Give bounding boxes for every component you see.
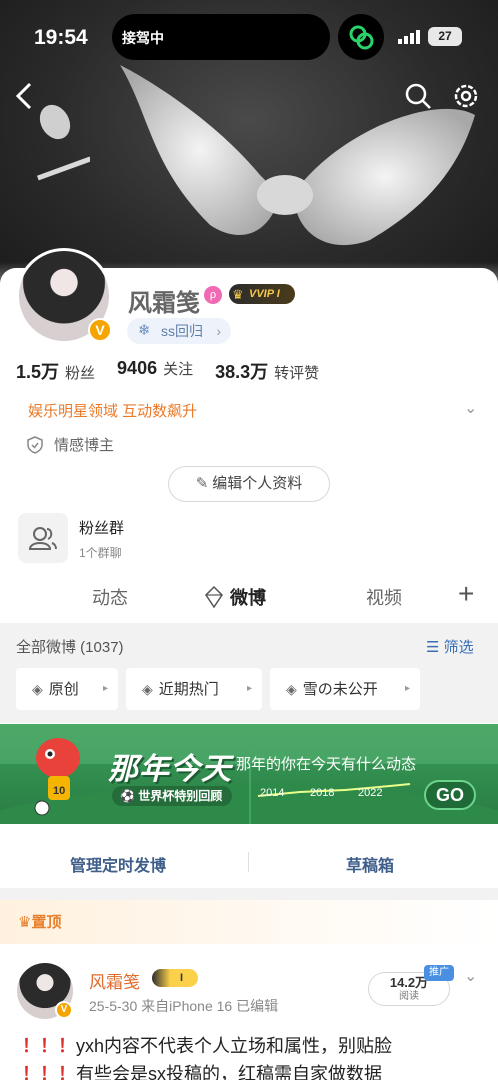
app-activity-icon[interactable] [338,14,384,60]
tab-feed[interactable]: 动态 [92,584,128,610]
chip-label: 原创 [48,681,79,698]
promote-tag[interactable]: 推广 [424,965,454,981]
identity-row[interactable]: 情感博主 [26,434,114,455]
verified-badge-icon: V [88,318,112,342]
chip-label: 近期热门 [158,681,219,698]
stat-number: 1.5万 [16,362,60,382]
chevron-right-icon: ▸ [102,683,108,694]
filter-label: 筛选 [443,639,474,656]
battery-icon: 27 [428,27,462,46]
filter-button[interactable]: ☰ 筛选 [426,636,474,657]
filter-icon: ☰ [426,639,444,656]
status-tag-label: ss回归 [161,323,203,339]
vip-crown-icon[interactable]: I [152,969,198,987]
promo-badge-label: 世界杯特别回顾 [138,789,223,803]
chip-trending[interactable]: ◈ 近期热门 ▸ [126,668,262,710]
post-meta: 25-5-30 来自iPhone 16 已编辑 [89,998,279,1014]
go-button[interactable]: GO [424,780,476,810]
vip-badge[interactable]: ♛ VVIP I [229,284,295,304]
feather-decoration [37,104,90,181]
post-text-line: yxh内容不代表个人立场和属性，别贴脸 [76,1036,393,1056]
soccer-ball-icon: ⚽ [120,789,139,803]
vip-label: VVIP I [249,288,280,300]
chip-label: 雪の未公开 [302,681,378,698]
chevron-down-icon[interactable]: ⌄ [464,398,477,418]
section-gap [0,888,498,900]
post-text[interactable]: ！！！yxh内容不代表个人立场和属性，别贴脸 ！！！有些会是sx投稿的，红稿需自… [22,1032,482,1080]
status-time: 19:54 [34,26,88,49]
island-text: 接驾中 [122,30,164,46]
chip-original[interactable]: ◈ 原创 ▸ [16,668,118,710]
signal-icon [398,30,420,44]
profile-name: 风霜笺 [128,290,200,317]
domain-tagline[interactable]: 娱乐明星领域 互动数飙升 [28,400,197,421]
stat-following[interactable]: 9406 关注 [117,358,193,384]
divider [248,852,249,872]
crown-icon: ♛ [18,914,32,931]
promo-badge: ⚽ 世界杯特别回顾 [112,786,233,806]
pinned-label-text: 置顶 [31,914,62,931]
post-author-name[interactable]: 风霜笺 [89,968,140,993]
tab-weibo[interactable]: 微博 [230,584,266,610]
exclamation-icon: ！！！ [22,1036,76,1056]
dynamic-island[interactable]: 接驾中 [112,14,330,60]
chevron-right-icon: ▸ [404,683,410,694]
stats-row: 1.5万 粉丝 9406 关注 38.3万 转评赞 [16,358,341,384]
add-tab-icon[interactable]: + [458,578,474,610]
status-bar: 19:54 接驾中 27 [0,0,498,75]
promo-subtitle: 那年的你在今天有什么动态 [236,756,417,773]
scheduled-posts-button[interactable]: 管理定时发博 [70,852,166,876]
views-label: 阅读 [399,991,419,1002]
gear-icon[interactable] [452,82,480,110]
layers-icon: ◈ [286,681,297,697]
promo-title: 那年今天 [108,753,232,786]
edit-profile-button[interactable]: ✎ 编辑个人资料 [168,466,330,502]
stat-number: 38.3万 [215,362,269,382]
diamond-icon [204,585,224,613]
stat-label: 关注 [163,361,194,378]
edit-profile-label: 编辑个人资料 [212,475,303,492]
crown-icon: ♛ [232,287,244,302]
search-icon[interactable] [404,82,432,110]
timeline-year: 2014 [260,787,285,799]
shield-icon [27,435,43,454]
pencil-icon: ✎ [195,475,209,492]
tab-video[interactable]: 视频 [366,584,402,610]
member-badge-icon[interactable]: ρ [204,286,222,304]
profile-tabs: 动态 微博 视频 + [0,576,498,620]
chevron-right-icon: › [216,323,221,339]
stat-number: 9406 [117,358,158,378]
svg-text:10: 10 [53,785,65,797]
layers-icon: ◈ [32,681,43,697]
pinned-label: ♛置顶 [18,911,61,932]
timeline-year: 2018 [310,787,335,799]
chevron-down-icon[interactable]: ⌄ [464,966,477,986]
layers-icon: ◈ [142,681,153,697]
exclamation-icon: ！！！ [22,1064,76,1080]
chip-unpublished[interactable]: ◈ 雪の未公开 ▸ [270,668,420,710]
snowflake-icon: ❄ [138,322,151,339]
stat-label: 转评赞 [274,365,320,382]
status-tag[interactable]: ❄ ss回归 › [127,318,231,344]
mascot-icon: 10 [34,738,80,816]
stat-label: 粉丝 [65,365,96,382]
fan-group-subtitle: 1个群聊 [79,546,122,560]
chevron-right-icon: ▸ [246,683,252,694]
verified-badge-icon: V [55,1001,73,1019]
identity-label: 情感博主 [54,437,115,454]
timeline-year: 2022 [358,787,383,799]
drafts-button[interactable]: 草稿箱 [346,852,394,876]
all-posts-count: 全部微博 (1037) [16,639,124,656]
pinned-bar [0,900,498,944]
fan-group-title[interactable]: 粉丝群 [79,517,124,538]
stat-interactions[interactable]: 38.3万 转评赞 [215,358,319,384]
back-icon[interactable] [10,80,40,112]
fan-group-icon[interactable] [18,513,68,563]
stat-fans[interactable]: 1.5万 粉丝 [16,358,95,384]
post-text-line: 有些会是sx投稿的，红稿需自家做数据 [76,1064,382,1080]
